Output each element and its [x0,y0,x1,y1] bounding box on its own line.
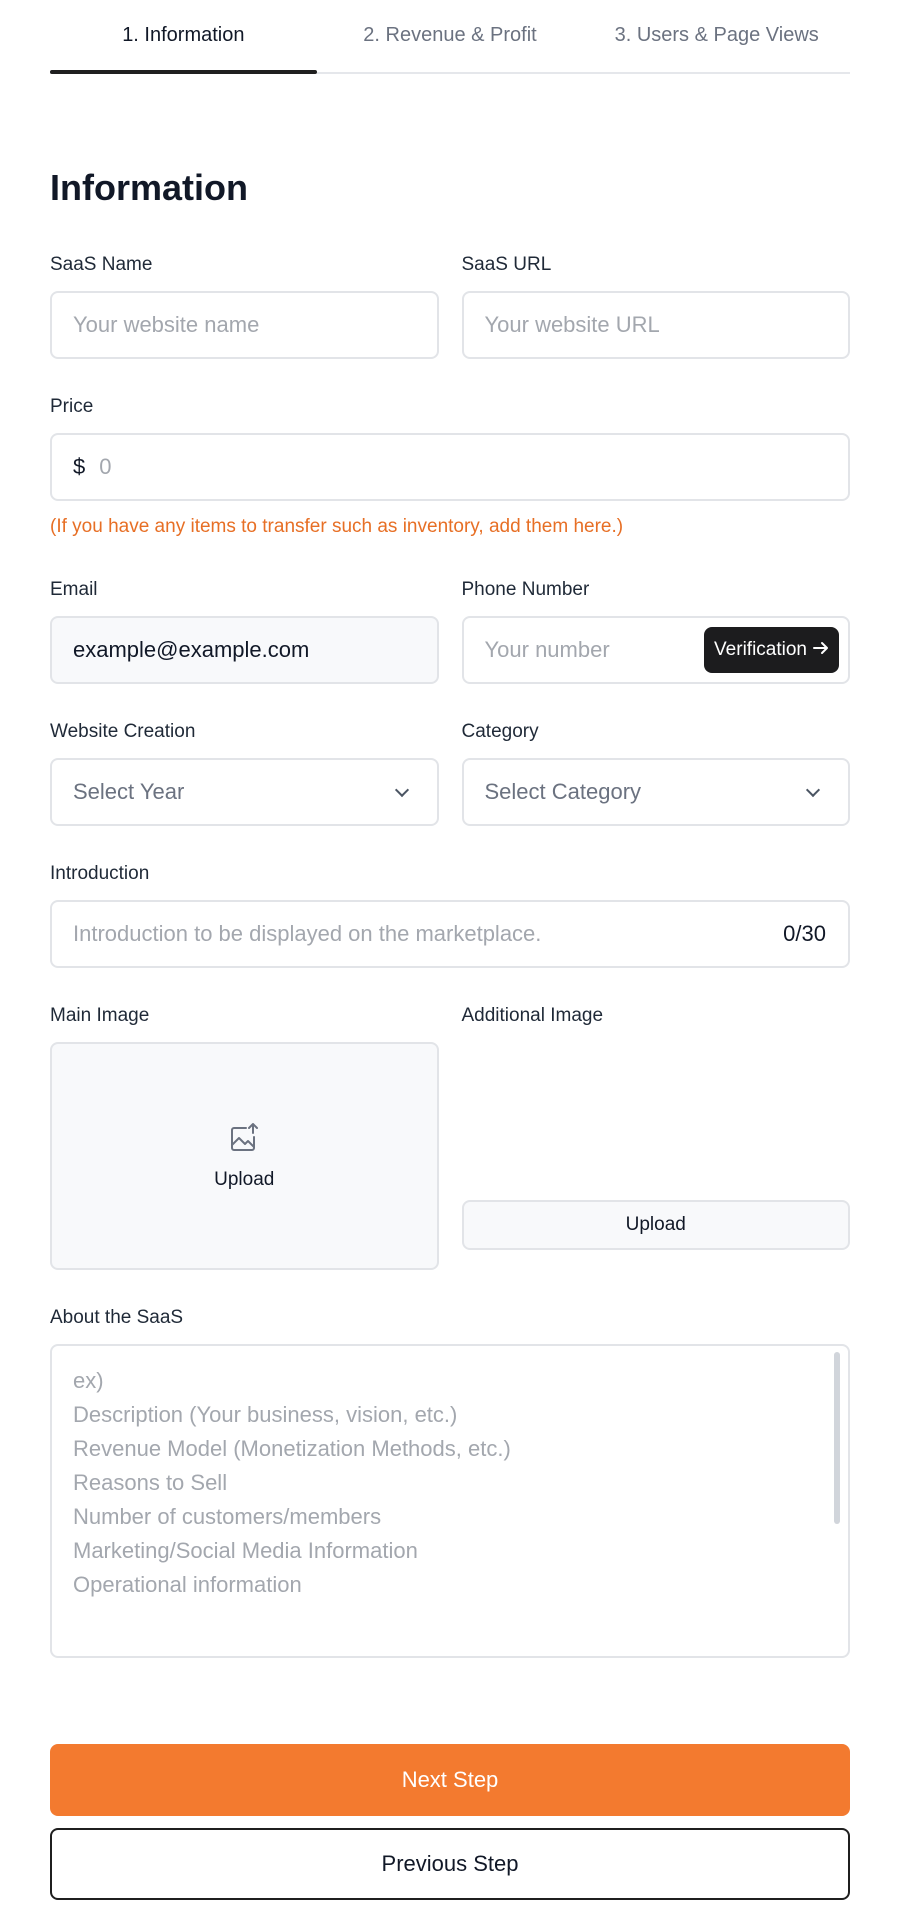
tab-information[interactable]: 1. Information [50,0,317,74]
additional-image-label: Additional Image [461,1005,604,1026]
additional-image-upload-button[interactable]: Upload [461,1200,850,1250]
category-select-value: Select Category [484,779,642,804]
chevron-down-icon [394,782,409,798]
about-textarea[interactable]: ex) Description (Your business, vision, … [50,1344,850,1658]
phone-label: Phone Number [461,579,590,600]
textarea-scrollbar[interactable] [834,1352,840,1524]
email-label: Email [50,579,98,600]
additional-upload-label: Upload [625,1214,686,1235]
main-image-upload[interactable]: Upload [50,1042,439,1270]
verification-button[interactable]: Verification [704,627,839,673]
price-hint: (If you have any items to transfer such … [50,516,624,537]
email-value: example@example.com [73,637,310,662]
introduction-placeholder: Introduction to be displayed on the mark… [73,921,542,946]
year-select[interactable]: Select Year [50,758,439,826]
currency-symbol: $ [73,454,86,479]
saas-name-input[interactable]: Your website name [50,291,439,359]
verification-label: Verification [714,639,807,660]
about-placeholder-line: Marketing/Social Media Information [73,1538,418,1563]
category-select[interactable]: Select Category [461,758,850,826]
about-placeholder-line: ex) [73,1368,104,1393]
about-placeholder-line: Operational information [73,1572,302,1597]
about-placeholder-line: Number of customers/members [73,1504,382,1529]
year-select-value: Select Year [73,779,185,804]
saas-url-input[interactable]: Your website URL [461,291,850,359]
previous-step-button[interactable]: Previous Step [50,1828,850,1900]
phone-placeholder: Your number [484,637,610,662]
main-image-upload-label: Upload [214,1168,275,1190]
category-label: Category [461,721,539,742]
page-title: Information [50,167,248,208]
form-page: 1. Information 2. Revenue & Profit 3. Us… [0,0,900,1922]
chevron-down-icon [805,782,821,798]
website-creation-label: Website Creation [50,721,196,742]
about-placeholder-line: Revenue Model (Monetization Methods, etc… [73,1436,511,1461]
introduction-label: Introduction [50,863,150,884]
saas-url-placeholder: Your website URL [484,312,660,337]
email-field[interactable]: example@example.com [50,616,439,684]
saas-name-placeholder: Your website name [73,312,260,337]
phone-number-input[interactable]: Your number Verification [461,616,850,684]
saas-name-label: SaaS Name [50,254,153,275]
about-placeholder-line: Reasons to Sell [73,1470,228,1495]
main-image-label: Main Image [50,1005,150,1026]
price-placeholder: 0 [99,454,112,479]
price-label: Price [50,396,94,417]
step-tabs: 1. Information 2. Revenue & Profit 3. Us… [50,0,850,74]
about-label: About the SaaS [50,1307,184,1328]
next-step-button[interactable]: Next Step [50,1744,850,1816]
arrow-right-icon [813,639,829,661]
tab-revenue-profit[interactable]: 2. Revenue & Profit [317,0,584,72]
price-input[interactable]: $ 0 [50,433,850,501]
character-counter: 0/30 [783,921,826,946]
tab-users-page-views[interactable]: 3. Users & Page Views [583,0,850,72]
image-upload-icon [228,1122,260,1159]
about-placeholder-line: Description (Your business, vision, etc.… [73,1402,458,1427]
introduction-input[interactable]: Introduction to be displayed on the mark… [50,900,850,968]
saas-url-label: SaaS URL [461,254,552,275]
